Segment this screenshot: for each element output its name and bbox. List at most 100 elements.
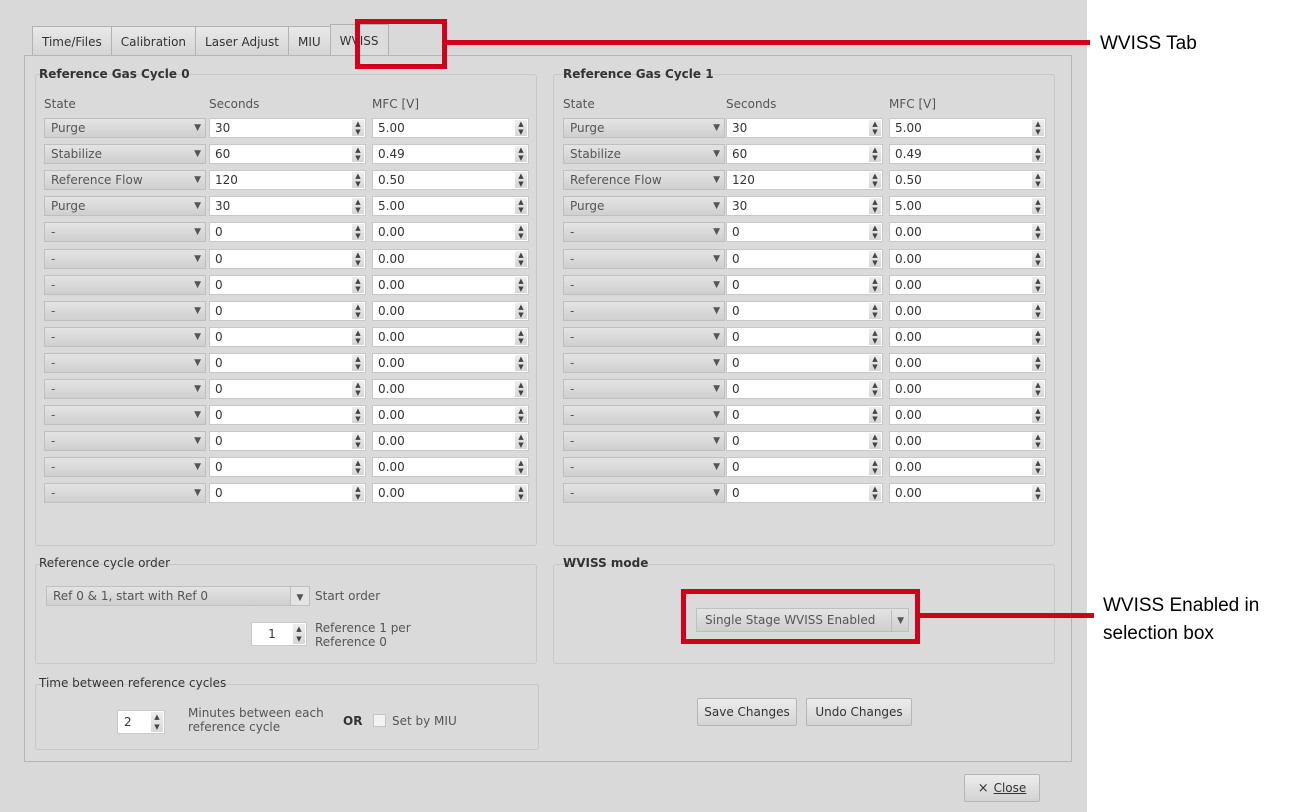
spin-arrows-icon[interactable]: ▲ ▼ xyxy=(352,172,364,189)
spin-arrows-icon[interactable]: ▲ ▼ xyxy=(1032,381,1044,397)
spin-arrows-icon[interactable]: ▲ ▼ xyxy=(515,198,527,215)
close-button[interactable]: × Close xyxy=(964,774,1040,802)
spin-arrows-icon[interactable]: ▲ ▼ xyxy=(869,354,881,371)
spin-arrows-icon[interactable]: ▲ ▼ xyxy=(515,485,527,502)
state-select[interactable]: - ▼ xyxy=(563,300,725,321)
spin-arrows-icon[interactable]: ▲ ▼ xyxy=(151,712,163,732)
mfc-spinbox[interactable]: 0.49 ▲ ▼ xyxy=(372,144,529,165)
spin-arrows-icon[interactable]: ▲ ▼ xyxy=(352,328,364,345)
state-select[interactable]: Stabilize ▼ xyxy=(44,144,206,165)
spin-arrows-icon[interactable]: ▲ ▼ xyxy=(869,120,881,136)
state-select[interactable]: - ▼ xyxy=(44,483,206,504)
mfc-spinbox[interactable]: 5.00 ▲ ▼ xyxy=(372,196,529,217)
state-select[interactable]: Purge ▼ xyxy=(44,118,206,138)
state-select[interactable]: - ▼ xyxy=(563,274,725,295)
state-select[interactable]: - ▼ xyxy=(44,326,206,347)
spin-arrows-icon[interactable]: ▲ ▼ xyxy=(869,381,881,397)
state-select[interactable]: Reference Flow ▼ xyxy=(563,170,725,191)
spin-arrows-icon[interactable]: ▲ ▼ xyxy=(869,146,881,163)
seconds-spinbox[interactable]: 0 ▲ ▼ xyxy=(209,222,366,243)
seconds-spinbox[interactable]: 0 ▲ ▼ xyxy=(209,483,366,504)
spin-arrows-icon[interactable]: ▲ ▼ xyxy=(1032,250,1044,267)
spin-arrows-icon[interactable]: ▲ ▼ xyxy=(515,328,527,345)
undo-changes-button[interactable]: Undo Changes xyxy=(806,698,912,726)
state-select[interactable]: Reference Flow ▼ xyxy=(44,170,206,191)
spin-arrows-icon[interactable]: ▲ ▼ xyxy=(1032,146,1044,163)
spin-arrows-icon[interactable]: ▲ ▼ xyxy=(869,302,881,319)
mfc-spinbox[interactable]: 0.00 ▲ ▼ xyxy=(372,379,529,399)
seconds-spinbox[interactable]: 0 ▲ ▼ xyxy=(726,405,883,426)
spin-arrows-icon[interactable]: ▲ ▼ xyxy=(869,172,881,189)
tab-calibration[interactable]: Calibration xyxy=(110,26,197,56)
seconds-spinbox[interactable]: 0 ▲ ▼ xyxy=(209,326,366,347)
spin-arrows-icon[interactable]: ▲ ▼ xyxy=(1032,276,1044,293)
seconds-spinbox[interactable]: 0 ▲ ▼ xyxy=(726,300,883,321)
spin-arrows-icon[interactable]: ▲ ▼ xyxy=(1032,224,1044,241)
set-by-miu-checkbox[interactable] xyxy=(373,714,386,727)
spin-arrows-icon[interactable]: ▲ ▼ xyxy=(352,224,364,241)
spin-arrows-icon[interactable]: ▲ ▼ xyxy=(1032,433,1044,450)
state-select[interactable]: - ▼ xyxy=(563,248,725,269)
spin-arrows-icon[interactable]: ▲ ▼ xyxy=(515,302,527,319)
state-select[interactable]: - ▼ xyxy=(44,405,206,426)
seconds-spinbox[interactable]: 0 ▲ ▼ xyxy=(726,483,883,504)
spin-arrows-icon[interactable]: ▲ ▼ xyxy=(869,276,881,293)
state-select[interactable]: Purge ▼ xyxy=(44,196,206,217)
state-select[interactable]: - ▼ xyxy=(44,352,206,373)
tab-laser-adjust[interactable]: Laser Adjust xyxy=(195,26,289,56)
seconds-spinbox[interactable]: 0 ▲ ▼ xyxy=(726,248,883,269)
seconds-spinbox[interactable]: 30 ▲ ▼ xyxy=(209,118,366,138)
mfc-spinbox[interactable]: 0.00 ▲ ▼ xyxy=(889,300,1046,321)
tab-time-files[interactable]: Time/Files xyxy=(32,26,112,56)
spin-arrows-icon[interactable]: ▲ ▼ xyxy=(515,276,527,293)
spin-arrows-icon[interactable]: ▲ ▼ xyxy=(515,354,527,371)
minutes-spinbox[interactable]: 2 ▲ ▼ xyxy=(117,710,165,734)
spin-arrows-icon[interactable]: ▲ ▼ xyxy=(352,198,364,215)
mfc-spinbox[interactable]: 0.00 ▲ ▼ xyxy=(889,379,1046,399)
mfc-spinbox[interactable]: 0.49 ▲ ▼ xyxy=(889,144,1046,165)
start-order-select[interactable]: Ref 0 & 1, start with Ref 0 xyxy=(46,586,310,606)
mfc-spinbox[interactable]: 0.00 ▲ ▼ xyxy=(889,431,1046,452)
seconds-spinbox[interactable]: 0 ▲ ▼ xyxy=(726,379,883,399)
mfc-spinbox[interactable]: 5.00 ▲ ▼ xyxy=(889,196,1046,217)
state-select[interactable]: - ▼ xyxy=(44,248,206,269)
spin-arrows-icon[interactable]: ▲ ▼ xyxy=(1032,407,1044,424)
seconds-spinbox[interactable]: 0 ▲ ▼ xyxy=(726,457,883,478)
spin-arrows-icon[interactable]: ▲ ▼ xyxy=(1032,328,1044,345)
spin-arrows-icon[interactable]: ▲ ▼ xyxy=(352,276,364,293)
state-select[interactable]: - ▼ xyxy=(563,352,725,373)
spin-arrows-icon[interactable]: ▲ ▼ xyxy=(352,302,364,319)
mfc-spinbox[interactable]: 0.00 ▲ ▼ xyxy=(372,405,529,426)
seconds-spinbox[interactable]: 30 ▲ ▼ xyxy=(726,196,883,217)
spin-arrows-icon[interactable]: ▲ ▼ xyxy=(869,459,881,476)
mfc-spinbox[interactable]: 0.00 ▲ ▼ xyxy=(372,431,529,452)
state-select[interactable]: - ▼ xyxy=(563,222,725,243)
seconds-spinbox[interactable]: 0 ▲ ▼ xyxy=(209,274,366,295)
mfc-spinbox[interactable]: 0.00 ▲ ▼ xyxy=(372,483,529,504)
spin-arrows-icon[interactable]: ▲ ▼ xyxy=(515,172,527,189)
mfc-spinbox[interactable]: 0.00 ▲ ▼ xyxy=(889,457,1046,478)
spin-arrows-icon[interactable]: ▲ ▼ xyxy=(1032,354,1044,371)
state-select[interactable]: - ▼ xyxy=(44,379,206,399)
spin-arrows-icon[interactable]: ▲ ▼ xyxy=(352,120,364,136)
spin-arrows-icon[interactable]: ▲ ▼ xyxy=(515,433,527,450)
seconds-spinbox[interactable]: 0 ▲ ▼ xyxy=(726,431,883,452)
mfc-spinbox[interactable]: 5.00 ▲ ▼ xyxy=(372,118,529,138)
seconds-spinbox[interactable]: 60 ▲ ▼ xyxy=(209,144,366,165)
spin-arrows-icon[interactable]: ▲ ▼ xyxy=(869,198,881,215)
state-select[interactable]: - ▼ xyxy=(44,431,206,452)
spin-arrows-icon[interactable]: ▲ ▼ xyxy=(515,250,527,267)
mfc-spinbox[interactable]: 0.00 ▲ ▼ xyxy=(372,457,529,478)
spin-arrows-icon[interactable]: ▲ ▼ xyxy=(352,381,364,397)
spin-arrows-icon[interactable]: ▲ ▼ xyxy=(515,224,527,241)
mfc-spinbox[interactable]: 0.00 ▲ ▼ xyxy=(372,326,529,347)
state-select[interactable]: - ▼ xyxy=(44,457,206,478)
seconds-spinbox[interactable]: 30 ▲ ▼ xyxy=(726,118,883,138)
mfc-spinbox[interactable]: 0.00 ▲ ▼ xyxy=(889,483,1046,504)
spin-arrows-icon[interactable]: ▲ ▼ xyxy=(1032,120,1044,136)
seconds-spinbox[interactable]: 0 ▲ ▼ xyxy=(726,274,883,295)
mfc-spinbox[interactable]: 0.00 ▲ ▼ xyxy=(889,222,1046,243)
mfc-spinbox[interactable]: 0.00 ▲ ▼ xyxy=(372,300,529,321)
state-select[interactable]: - ▼ xyxy=(44,274,206,295)
mfc-spinbox[interactable]: 0.00 ▲ ▼ xyxy=(372,248,529,269)
